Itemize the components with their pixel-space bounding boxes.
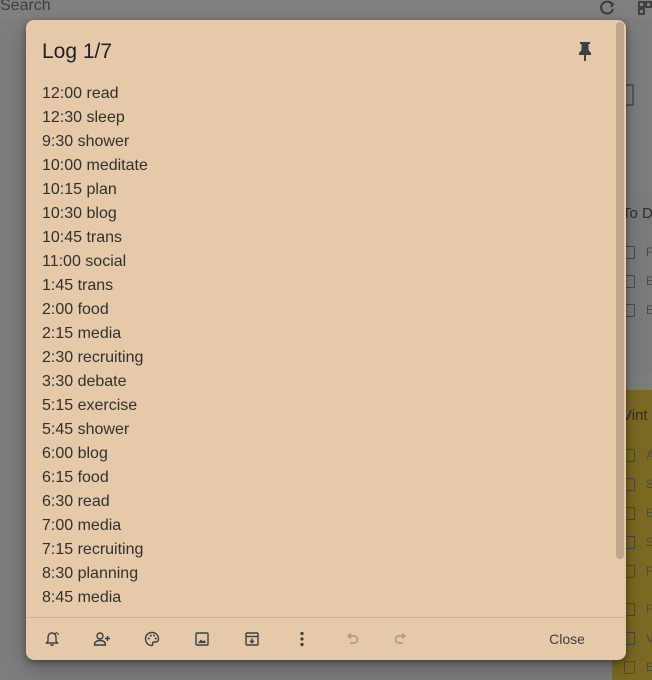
note-dialog: Log 1/7 12:00 read 12:30 sleep 9:30 shower… xyxy=(26,20,626,660)
list-item: E xyxy=(646,506,652,520)
background-topbar: Search xyxy=(0,0,652,18)
log-line: 12:00 read xyxy=(42,85,119,102)
log-line: 10:00 meditate xyxy=(42,157,148,174)
list-item: F xyxy=(646,245,652,259)
log-line: 6:00 blog xyxy=(42,445,108,462)
note-toolbar: Close xyxy=(26,620,626,658)
log-line: 10:45 trans xyxy=(42,229,123,246)
remind-me-icon[interactable] xyxy=(39,626,65,652)
log-line: 7:15 recruiting xyxy=(42,541,144,558)
log-line: 5:15 exercise xyxy=(42,397,138,414)
log-line: 8:30 planning xyxy=(42,565,139,582)
palette-icon[interactable] xyxy=(139,626,165,652)
list-item: F xyxy=(646,564,652,578)
log-line: 6:30 read xyxy=(42,493,110,510)
archive-icon[interactable] xyxy=(239,626,265,652)
log-line: 12:30 sleep xyxy=(42,109,125,126)
list-item: S xyxy=(646,535,652,549)
log-line: 9:30 shower xyxy=(42,133,130,150)
collaborator-icon[interactable] xyxy=(89,626,115,652)
log-line: 8:45 media xyxy=(42,589,122,606)
note-content[interactable]: 12:00 read 12:30 sleep 9:30 shower 10:00 me… xyxy=(42,82,602,616)
search-input[interactable]: Search xyxy=(0,0,51,15)
note-title[interactable]: Log 1/7 xyxy=(42,40,112,64)
undo-icon[interactable] xyxy=(339,626,365,652)
log-line: 1:45 trans xyxy=(42,277,114,294)
log-line: 5:45 shower xyxy=(42,421,130,438)
image-icon[interactable] xyxy=(189,626,215,652)
log-line: 2:00 food xyxy=(42,301,109,318)
list-item: V xyxy=(646,631,652,645)
checkbox-checked[interactable] xyxy=(624,661,635,674)
refresh-icon[interactable] xyxy=(598,0,616,16)
log-line: 7:00 media xyxy=(42,517,122,534)
redo-icon[interactable] xyxy=(388,626,414,652)
list-item: A xyxy=(646,448,652,462)
log-line: 10:30 blog xyxy=(42,205,117,222)
grid-view-icon[interactable] xyxy=(638,0,652,16)
log-line: 2:30 recruiting xyxy=(42,349,144,366)
toolbar-divider xyxy=(26,617,626,618)
pin-icon[interactable] xyxy=(576,40,594,62)
card-title: To D xyxy=(622,205,652,222)
log-line: 11:00 social xyxy=(42,253,127,270)
log-line: 6:15 food xyxy=(42,469,109,486)
log-line: 2:15 media xyxy=(42,325,122,342)
more-icon[interactable] xyxy=(289,626,315,652)
list-item: E xyxy=(646,303,652,317)
scrollbar[interactable] xyxy=(616,22,624,559)
list-item: S xyxy=(646,477,652,491)
log-line: 3:30 debate xyxy=(42,373,127,390)
list-item: E xyxy=(646,274,652,288)
list-item: F xyxy=(646,602,652,616)
log-line: 10:15 plan xyxy=(42,181,117,198)
close-button[interactable]: Close xyxy=(526,626,608,652)
list-item: E xyxy=(646,660,652,674)
